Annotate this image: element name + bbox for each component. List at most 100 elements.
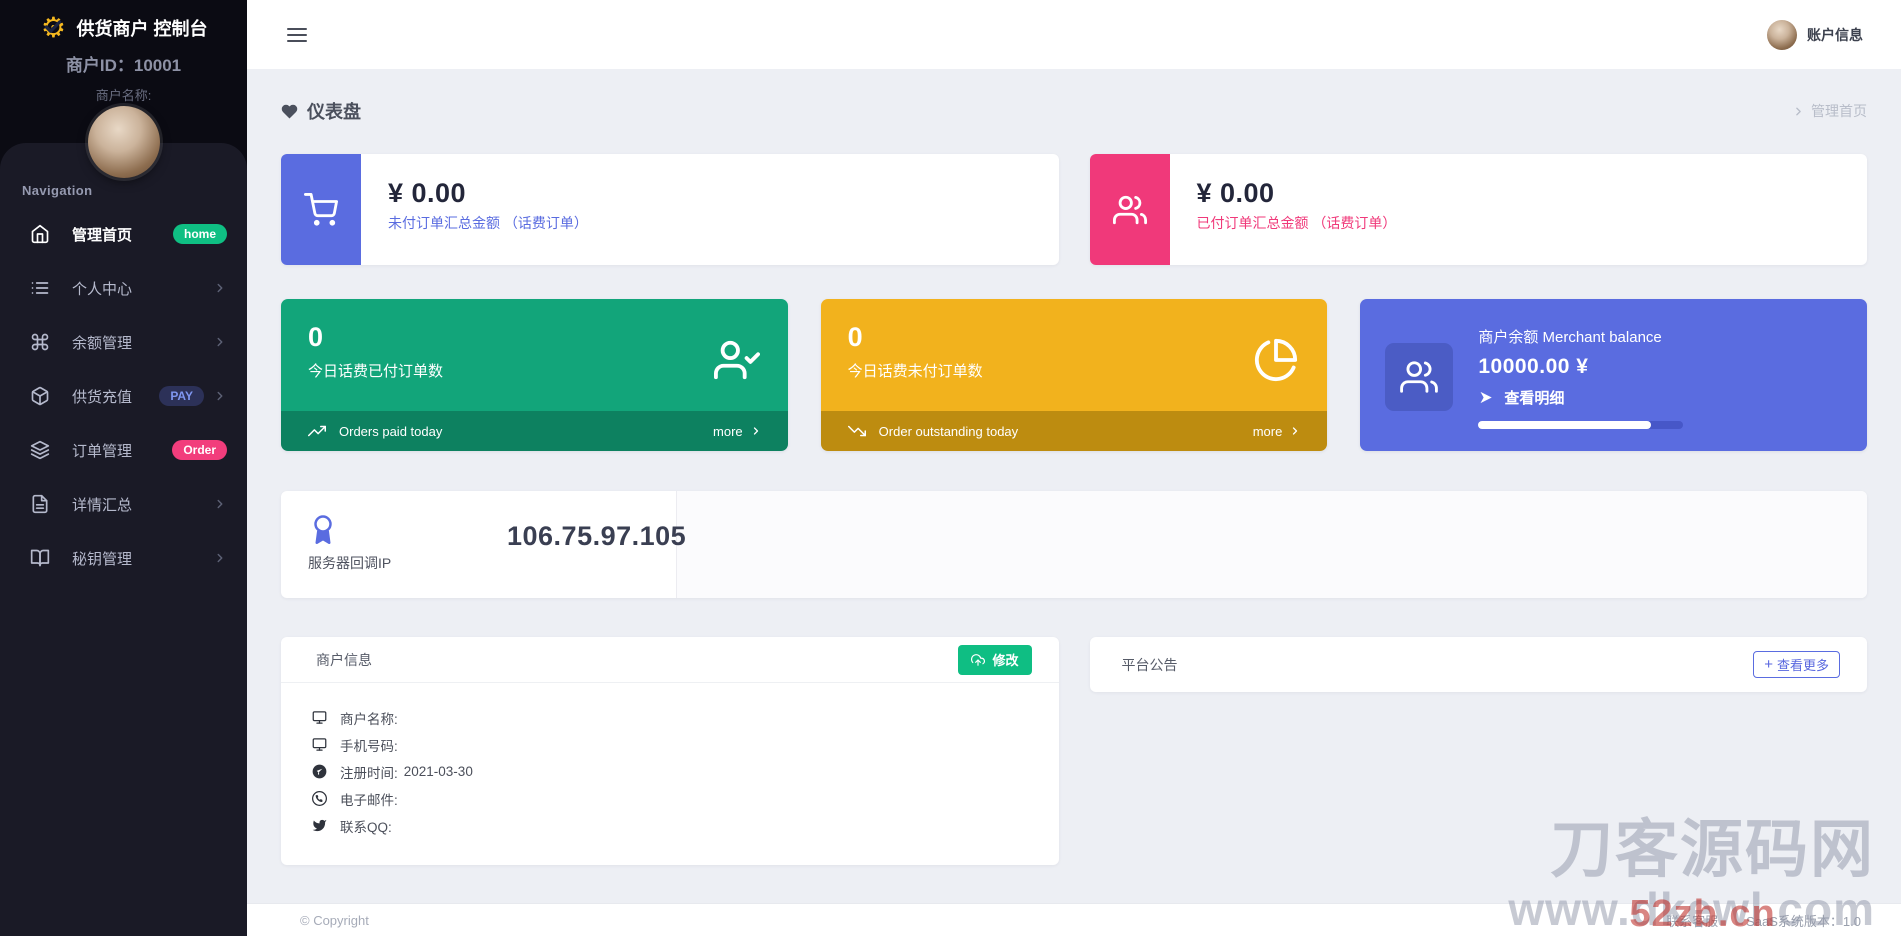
- balance-amount: 10000.00 ¥: [1478, 355, 1867, 379]
- sidebar-item-balance[interactable]: 余额管理: [0, 315, 247, 369]
- home-badge: home: [173, 224, 227, 244]
- twitter-bird-icon: [312, 818, 327, 833]
- layers-icon: [30, 440, 50, 460]
- heart-icon: [281, 103, 298, 120]
- compass-circle-icon: [312, 764, 327, 779]
- sidebar-item-label: 订单管理: [72, 440, 132, 461]
- monitor-icon: [312, 737, 327, 752]
- copyright-text: © Copyright: [300, 913, 369, 928]
- summary-row: ¥ 0.00 未付订单汇总金额 （话费订单） ¥ 0.00 已付订单汇总金额 （…: [281, 154, 1867, 265]
- trending-up-icon: [308, 422, 326, 440]
- merchant-name-row: 商户名称:: [312, 704, 1023, 731]
- upload-cloud-icon: [971, 653, 985, 667]
- orders-paid-footer[interactable]: Orders paid today more: [281, 411, 788, 451]
- unpaid-total-card: ¥ 0.00 未付订单汇总金额 （话费订单）: [281, 154, 1059, 265]
- orders-unpaid-footer-label: Order outstanding today: [879, 424, 1018, 439]
- user-check-icon: [714, 337, 760, 383]
- sidebar-item-recharge[interactable]: 供货充值 PAY: [0, 369, 247, 423]
- orders-paid-footer-label: Orders paid today: [339, 424, 442, 439]
- register-time-row: 注册时间:2021-03-30: [312, 758, 1023, 785]
- orders-paid-today-card: 0 今日话费已付订单数 Orders paid today more: [281, 299, 788, 451]
- play-arrow-icon: [1478, 390, 1493, 405]
- chevron-right-icon: [213, 551, 227, 565]
- register-time-value: 2021-03-30: [404, 764, 473, 779]
- book-open-icon: [30, 548, 50, 568]
- file-text-icon: [30, 494, 50, 514]
- chevron-right-icon: [1289, 425, 1301, 437]
- orders-unpaid-more-link[interactable]: more: [1253, 424, 1302, 439]
- merchant-id: 商户ID：10001: [0, 51, 247, 76]
- chevron-right-icon: [213, 497, 227, 511]
- sidebar-item-keys[interactable]: 秘钥管理: [0, 531, 247, 585]
- chevron-right-icon: [750, 425, 762, 437]
- paid-total-card: ¥ 0.00 已付订单汇总金额 （话费订单）: [1090, 154, 1868, 265]
- users-icon: [1090, 154, 1170, 265]
- merchant-info-title: 商户信息: [316, 650, 372, 670]
- package-icon: [30, 386, 50, 406]
- balance-title: 商户余额 Merchant balance: [1478, 326, 1867, 347]
- sidebar-item-profile[interactable]: 个人中心: [0, 261, 247, 315]
- sidebar-nav: Navigation 管理首页 home 个人中心 余额管理 供货充值: [0, 143, 247, 936]
- sidebar-item-dashboard[interactable]: 管理首页 home: [0, 207, 247, 261]
- saas-version-text: SaaS系统版本：1.0: [1746, 911, 1861, 930]
- order-badge: Order: [172, 440, 227, 460]
- orders-unpaid-today-card: 0 今日话费未付订单数 Order outstanding today more: [821, 299, 1328, 451]
- chevron-right-icon: [213, 389, 227, 403]
- list-icon: [30, 278, 50, 298]
- content: 仪表盘 管理首页 ¥ 0.00 未付订单汇总金额 （话费订单）: [247, 69, 1901, 903]
- monitor-icon: [312, 710, 327, 725]
- breadcrumb[interactable]: 管理首页: [1792, 101, 1867, 121]
- email-row: 电子邮件:: [312, 785, 1023, 812]
- counter-row: 0 今日话费已付订单数 Orders paid today more: [281, 299, 1867, 451]
- edit-merchant-button[interactable]: 修改: [958, 645, 1031, 675]
- chevron-right-icon: [1792, 105, 1805, 118]
- paid-total-desc: 已付订单汇总金额 （话费订单）: [1197, 213, 1397, 233]
- sidebar-item-label: 余额管理: [72, 332, 132, 353]
- unpaid-total-desc: 未付订单汇总金额 （话费订单）: [388, 213, 588, 233]
- award-icon: [308, 514, 391, 544]
- merchant-name: 商户名称:: [0, 85, 247, 104]
- chevron-right-icon: [213, 335, 227, 349]
- main-area: 账户信息 仪表盘 管理首页: [247, 0, 1901, 936]
- balance-progress-bar: [1478, 421, 1683, 429]
- sidebar-item-label: 供货充值: [72, 386, 132, 407]
- nav-section-label: Navigation: [0, 183, 247, 201]
- account-menu[interactable]: 账户信息: [1767, 20, 1863, 50]
- users-group-icon: [1385, 343, 1453, 411]
- server-ip-card-extra: [677, 491, 1867, 598]
- command-icon: [30, 332, 50, 352]
- paid-total-value: ¥ 0.00: [1197, 178, 1397, 209]
- sidebar: ⚙ 供货商户 控制台 商户ID：10001 商户名称: Navigation 管…: [0, 0, 247, 936]
- trending-down-icon: [848, 422, 866, 440]
- announcement-panel: 平台公告 + 查看更多: [1090, 637, 1868, 692]
- sidebar-item-label: 详情汇总: [72, 494, 132, 515]
- view-more-button[interactable]: + 查看更多: [1753, 651, 1840, 678]
- merchant-balance-card: 商户余额 Merchant balance 10000.00 ¥ 查看明细: [1360, 299, 1867, 451]
- unpaid-total-value: ¥ 0.00: [388, 178, 588, 209]
- orders-unpaid-footer[interactable]: Order outstanding today more: [821, 411, 1328, 451]
- sidebar-item-orders[interactable]: 订单管理 Order: [0, 423, 247, 477]
- contact-support-link[interactable]: 联系客服: [1666, 911, 1718, 930]
- server-ip-card: 服务器回调IP 106.75.97.105: [281, 491, 1867, 598]
- server-ip-value: 106.75.97.105: [507, 521, 686, 552]
- logo: ⚙ 供货商户 控制台: [0, 14, 247, 42]
- hamburger-menu-icon[interactable]: [285, 23, 309, 47]
- sidebar-header: ⚙ 供货商户 控制台 商户ID：10001 商户名称:: [0, 0, 247, 104]
- view-detail-link[interactable]: 查看明细: [1478, 387, 1867, 408]
- sidebar-item-summary[interactable]: 详情汇总: [0, 477, 247, 531]
- info-row: 商户信息 修改 商户名称: 手机号码:: [281, 637, 1867, 865]
- contact-qq-row: 联系QQ:: [312, 812, 1023, 839]
- app: ⚙ 供货商户 控制台 商户ID：10001 商户名称: Navigation 管…: [0, 0, 1901, 936]
- account-avatar: [1767, 20, 1797, 50]
- orders-paid-more-link[interactable]: more: [713, 424, 762, 439]
- server-ip-label: 服务器回调IP: [308, 553, 391, 573]
- announcement-title: 平台公告: [1122, 655, 1178, 675]
- footer: © Copyright 联系客服 SaaS系统版本：1.0: [247, 903, 1901, 936]
- merchant-info-panel: 商户信息 修改 商户名称: 手机号码:: [281, 637, 1059, 865]
- cart-icon: [281, 154, 361, 265]
- gear-check-logo-icon: ⚙: [39, 14, 67, 42]
- topbar: 账户信息: [247, 0, 1901, 69]
- page-title: 仪表盘: [281, 98, 361, 124]
- avatar: [88, 106, 160, 178]
- sidebar-item-label: 个人中心: [72, 278, 132, 299]
